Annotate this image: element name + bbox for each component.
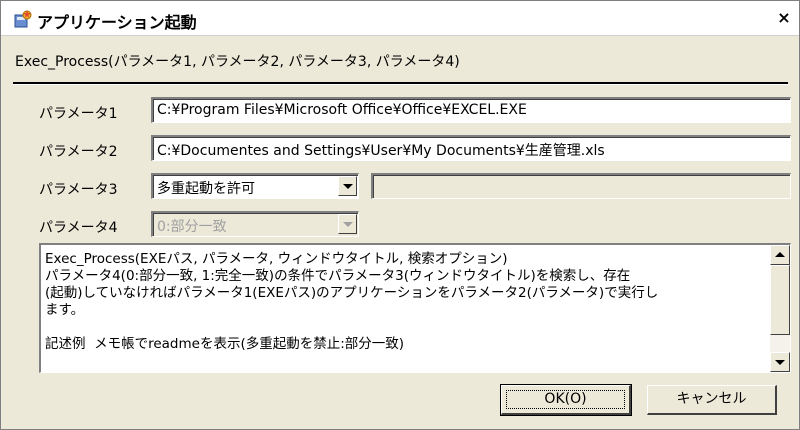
function-signature: Exec_Process(パラメータ1, パラメータ2, パラメータ3, パラメ… bbox=[15, 54, 460, 70]
title-bar[interactable]: アプリケーション起動 × bbox=[1, 1, 799, 36]
close-icon: × bbox=[777, 8, 791, 27]
description-scrollbar[interactable] bbox=[770, 245, 790, 372]
param3-selected-value: 多重起動を許可 bbox=[157, 181, 255, 197]
param3-label: パラメータ3 bbox=[39, 182, 118, 198]
param3-select[interactable]: 多重起動を許可 bbox=[151, 173, 359, 199]
chevron-down-icon[interactable] bbox=[338, 214, 357, 234]
param3-window-title-input[interactable] bbox=[371, 173, 791, 199]
description-box[interactable]: Exec_Process(EXEパス, パラメータ, ウィンドウタイトル, 検索… bbox=[39, 243, 791, 373]
scroll-thumb[interactable] bbox=[770, 265, 790, 335]
separator-highlight bbox=[13, 84, 788, 85]
ok-button[interactable]: OK(O) bbox=[500, 384, 632, 416]
cancel-button[interactable]: キャンセル bbox=[647, 385, 777, 415]
param1-label: パラメータ1 bbox=[39, 106, 118, 122]
param2-label: パラメータ2 bbox=[39, 144, 118, 160]
param4-select[interactable]: 0:部分一致 bbox=[151, 211, 359, 237]
close-button[interactable]: × bbox=[775, 10, 793, 26]
param4-label: パラメータ4 bbox=[39, 220, 118, 236]
param1-input[interactable]: C:¥Program Files¥Microsoft Office¥Office… bbox=[151, 97, 791, 123]
description-text: Exec_Process(EXEパス, パラメータ, ウィンドウタイトル, 検索… bbox=[45, 251, 659, 352]
chevron-down-icon[interactable] bbox=[338, 176, 357, 196]
param4-selected-value: 0:部分一致 bbox=[157, 219, 227, 235]
window-title: アプリケーション起動 bbox=[37, 13, 197, 32]
scroll-up-icon[interactable] bbox=[770, 245, 790, 265]
app-launch-icon bbox=[14, 10, 32, 28]
cancel-button-label: キャンセル bbox=[676, 391, 747, 407]
dialog-window: アプリケーション起動 × Exec_Process(パラメータ1, パラメータ2… bbox=[0, 0, 800, 430]
param2-input[interactable]: C:¥Documentes and Settings¥User¥My Docum… bbox=[151, 135, 791, 161]
scroll-down-icon[interactable] bbox=[770, 352, 790, 372]
ok-button-label: OK(O) bbox=[502, 386, 629, 413]
